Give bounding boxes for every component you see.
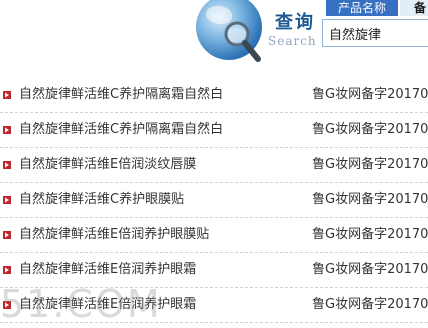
list-item: 自然旋律鲜活维C养护隔离霜自然白 鲁G妆网备字201700: [0, 78, 428, 113]
registration-number: 鲁G妆网备字201700: [312, 192, 428, 207]
registration-number: 鲁G妆网备字201700: [312, 227, 428, 242]
product-name-link[interactable]: 自然旋律鲜活维E倍润养护眼膜贴: [19, 218, 209, 252]
product-name-link[interactable]: 自然旋律鲜活维C养护眼膜贴: [19, 183, 184, 217]
product-name-link[interactable]: 自然旋律鲜活维E倍润淡纹唇膜: [19, 148, 196, 182]
arrow-bullet-icon: [3, 231, 11, 239]
list-item: 自然旋律鲜活维E倍润养护眼霜 鲁G妆网备字201700: [0, 288, 428, 323]
list-item: 自然旋律鲜活维C养护隔离霜自然白 鲁G妆网备字201700: [0, 113, 428, 148]
result-list: 自然旋律鲜活维C养护隔离霜自然白 鲁G妆网备字201700 自然旋律鲜活维C养护…: [0, 78, 428, 323]
search-input[interactable]: [322, 19, 428, 47]
product-name-link[interactable]: 自然旋律鲜活维C养护隔离霜自然白: [19, 113, 223, 147]
product-name-link[interactable]: 自然旋律鲜活维E倍润养护眼霜: [19, 288, 196, 322]
list-item: 自然旋律鲜活维C养护眼膜贴 鲁G妆网备字201700: [0, 183, 428, 218]
product-name-link[interactable]: 自然旋律鲜活维E倍润养护眼霜: [19, 253, 196, 287]
registration-number: 鲁G妆网备字201700: [312, 157, 428, 172]
registration-number: 鲁G妆网备字201700: [312, 262, 428, 277]
product-name-link[interactable]: 自然旋律鲜活维C养护隔离霜自然白: [19, 78, 223, 112]
list-item: 自然旋律鲜活维E倍润养护眼霜 鲁G妆网备字201700: [0, 253, 428, 288]
list-item: 自然旋律鲜活维E倍润养护眼膜贴 鲁G妆网备字201700: [0, 218, 428, 253]
arrow-bullet-icon: [3, 91, 11, 99]
search-subtitle: Search: [268, 34, 317, 48]
registration-number: 鲁G妆网备字201700: [312, 122, 428, 137]
registration-number: 鲁G妆网备字201700: [312, 87, 428, 102]
registration-number: 鲁G妆网备字201700: [312, 297, 428, 312]
arrow-bullet-icon: [3, 266, 11, 274]
arrow-bullet-icon: [3, 161, 11, 169]
magnifier-icon: [222, 20, 262, 64]
arrow-bullet-icon: [3, 126, 11, 134]
search-tabs: 产品名称 备: [320, 0, 428, 16]
tab-product-name[interactable]: 产品名称: [326, 0, 398, 16]
arrow-bullet-icon: [3, 196, 11, 204]
search-title: 查询: [275, 12, 315, 33]
tab-registration[interactable]: 备: [400, 0, 428, 16]
search-header: 查询 Search 产品名称 备: [0, 0, 428, 86]
list-item: 自然旋律鲜活维E倍润淡纹唇膜 鲁G妆网备字201700: [0, 148, 428, 183]
arrow-bullet-icon: [3, 301, 11, 309]
page: 查询 Search 产品名称 备 自然旋律鲜活维C养护隔离霜自然白 鲁G妆网备字…: [0, 0, 428, 328]
